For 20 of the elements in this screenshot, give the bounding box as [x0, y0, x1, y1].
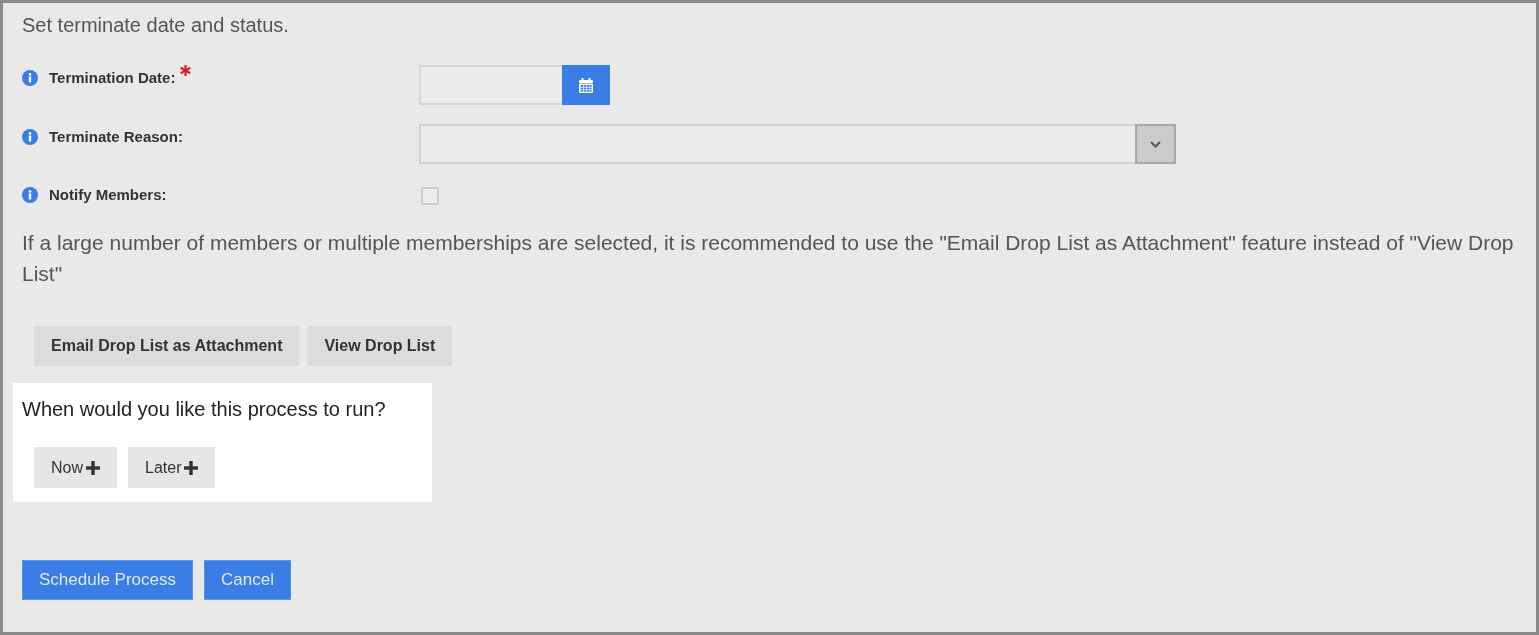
info-icon[interactable] [22, 129, 38, 145]
plus-icon [184, 460, 199, 475]
plus-icon [86, 460, 100, 475]
section-heading: Set terminate date and status. [22, 13, 290, 38]
field-label: Terminate Reason: [49, 127, 183, 147]
schedule-option-button[interactable]: Later [128, 447, 216, 488]
view-list-button[interactable]: View Drop List [307, 326, 453, 366]
schedule-option-button[interactable]: Now [34, 447, 117, 488]
calendar-button[interactable] [562, 65, 610, 105]
email-attachment-button[interactable]: Email Drop List as Attachment [34, 326, 300, 366]
dropdown-field[interactable] [419, 124, 1176, 164]
notice-text: If a large number of members or multiple memberships are selected, it is recommended to use the "Email Drop List as Attachment" feature instead of "View Drop List" [22, 230, 1515, 287]
checkbox[interactable] [421, 187, 439, 205]
calendar-icon [579, 77, 593, 93]
info-icon[interactable] [22, 70, 38, 86]
field-label: Termination Date: [49, 68, 176, 88]
info-icon[interactable] [22, 187, 38, 203]
field-label: Notify Members: [49, 185, 167, 205]
schedule-question: When would you like this process to run? [22, 397, 387, 422]
date-field[interactable] [419, 65, 562, 105]
